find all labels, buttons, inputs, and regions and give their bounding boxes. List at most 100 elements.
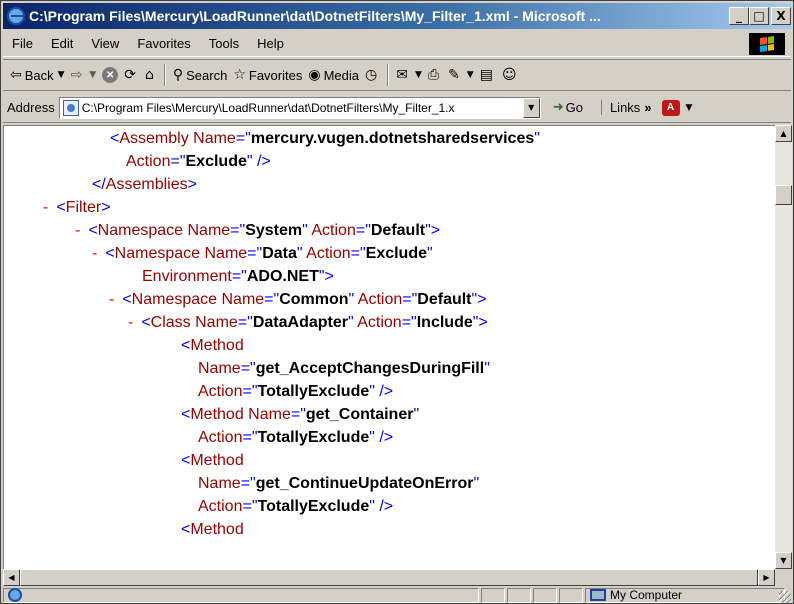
vertical-scrollbar[interactable]: ▲ ▼: [775, 125, 792, 569]
xml-tag-name: Action: [198, 383, 243, 400]
collapse-toggle[interactable]: -: [128, 314, 133, 331]
xml-punctuation: >: [101, 199, 111, 216]
acrobat-dropdown-icon[interactable]: ▼: [686, 103, 693, 113]
menu-tools[interactable]: Tools: [200, 36, 248, 51]
xml-line: <Method Name="get_Container": [181, 405, 419, 425]
forward-arrow-icon: ⇨: [70, 67, 83, 83]
forward-button[interactable]: ⇨ ▼: [68, 63, 100, 87]
scroll-down-button[interactable]: ▼: [775, 552, 792, 569]
maximize-button[interactable]: □: [749, 7, 769, 25]
go-button[interactable]: ➜ Go: [553, 100, 583, 115]
media-button[interactable]: ◉ Media: [305, 63, 362, 87]
xml-punctuation: =": [264, 291, 280, 308]
xml-line: Environment="ADO.NET">: [142, 267, 334, 287]
xml-tag-name: Action: [126, 153, 171, 170]
mail-dropdown-icon[interactable]: ▼: [415, 70, 422, 80]
scroll-up-button[interactable]: ▲: [775, 125, 792, 142]
edit-dropdown-icon[interactable]: ▼: [467, 70, 474, 80]
edit-button[interactable]: ✎ ▼: [445, 63, 477, 87]
xml-punctuation: <: [56, 199, 66, 216]
xml-punctuation: =": [402, 291, 418, 308]
home-icon: ⌂: [144, 67, 154, 83]
favorites-button[interactable]: ☆ Favorites: [230, 63, 305, 87]
scroll-right-button[interactable]: ▶: [758, 569, 775, 586]
xml-punctuation: <: [110, 130, 120, 147]
collapse-toggle[interactable]: -: [92, 245, 97, 262]
back-arrow-icon: ⇦: [10, 67, 22, 83]
back-dropdown-icon[interactable]: ▼: [58, 70, 65, 80]
my-computer-icon: [590, 589, 606, 601]
xml-line: - <Filter>: [43, 198, 111, 218]
security-zone-pane: My Computer: [585, 587, 785, 603]
horizontal-scrollbar[interactable]: ◀ ▶: [3, 569, 775, 586]
messenger-button[interactable]: ☺: [499, 63, 523, 87]
xml-attribute-value: Default: [370, 222, 426, 239]
title-bar[interactable]: C:\Program Files\Mercury\LoadRunner\dat\…: [3, 3, 791, 29]
xml-punctuation: <: [181, 337, 191, 354]
print-button[interactable]: ⎙: [425, 63, 445, 87]
discuss-button[interactable]: ▤: [477, 63, 499, 87]
xml-punctuation: =": [242, 383, 258, 400]
collapse-toggle[interactable]: -: [75, 222, 80, 239]
forward-dropdown-icon[interactable]: ▼: [89, 70, 96, 80]
menu-favorites[interactable]: Favorites: [128, 36, 199, 51]
links-toolbar[interactable]: Links »: [600, 100, 652, 115]
address-input[interactable]: C:\Program Files\Mercury\LoadRunner\dat\…: [58, 96, 541, 119]
xml-punctuation: ": [427, 245, 433, 262]
menu-file[interactable]: File: [3, 36, 42, 51]
stop-button[interactable]: ✕: [99, 63, 121, 87]
chevron-right-icon[interactable]: »: [644, 100, 651, 115]
menu-help[interactable]: Help: [248, 36, 293, 51]
xml-document-view[interactable]: <Assembly Name="mercury.vugen.dotnetshar…: [3, 125, 775, 569]
search-icon: ⚲: [172, 67, 184, 83]
xml-tag-name: Method: [190, 521, 244, 538]
home-button[interactable]: ⌂: [142, 63, 160, 87]
resize-grip[interactable]: [779, 591, 791, 603]
xml-punctuation: " />: [369, 383, 394, 400]
xml-attribute-value: mercury.vugen.dotnetsharedservices: [250, 130, 535, 147]
minimize-button[interactable]: _: [729, 7, 749, 25]
xml-punctuation: " />: [369, 429, 394, 446]
xml-line: <Method: [181, 451, 244, 471]
collapse-toggle[interactable]: -: [43, 199, 48, 216]
xml-attribute-value: get_AcceptChangesDuringFill: [255, 360, 485, 377]
address-dropdown-button[interactable]: ▼: [522, 97, 540, 118]
refresh-button[interactable]: ⟳: [121, 63, 142, 87]
xml-punctuation: ">: [472, 314, 488, 331]
menu-view[interactable]: View: [82, 36, 128, 51]
back-button[interactable]: ⇦ Back ▼: [7, 63, 68, 87]
xml-punctuation: " />: [369, 498, 394, 515]
xml-attribute-value: get_ContinueUpdateOnError: [255, 475, 474, 492]
xml-punctuation: </: [92, 176, 106, 193]
xml-attribute-value: Exclude: [365, 245, 427, 262]
xml-punctuation: <: [88, 222, 98, 239]
address-value[interactable]: C:\Program Files\Mercury\LoadRunner\dat\…: [82, 101, 522, 115]
vertical-scroll-thumb[interactable]: [775, 185, 792, 205]
history-button[interactable]: ◷: [362, 63, 383, 87]
media-icon: ◉: [308, 67, 321, 83]
acrobat-icon[interactable]: A: [661, 99, 680, 116]
xml-tag-name: Environment: [142, 268, 232, 285]
menu-edit[interactable]: Edit: [42, 36, 82, 51]
xml-line: <Method: [181, 336, 244, 356]
xml-tag-name: Method: [190, 452, 244, 469]
close-button[interactable]: X: [771, 7, 791, 25]
xml-attribute-value: Data: [262, 245, 297, 262]
xml-line: <Method: [181, 520, 244, 540]
xml-line: Action="TotallyExclude" />: [198, 497, 393, 517]
links-label: Links: [609, 100, 641, 115]
xml-line: - <Namespace Name="Data" Action="Exclude": [92, 244, 433, 264]
horizontal-scroll-thumb[interactable]: [20, 569, 758, 586]
xml-tag-name: Action: [306, 245, 351, 262]
search-label: Search: [186, 67, 228, 83]
scroll-left-button[interactable]: ◀: [3, 569, 20, 586]
search-button[interactable]: ⚲ Search: [170, 63, 230, 87]
xml-attribute-value: DataAdapter: [252, 314, 348, 331]
xml-tag-name: Action: [357, 314, 402, 331]
mail-button[interactable]: ✉ ▼: [393, 63, 425, 87]
xml-punctuation: ">: [318, 268, 334, 285]
collapse-toggle[interactable]: -: [109, 291, 114, 308]
address-bar: Address C:\Program Files\Mercury\LoadRun…: [3, 93, 791, 123]
favorites-icon: ☆: [233, 67, 246, 83]
xml-punctuation: =": [240, 475, 256, 492]
